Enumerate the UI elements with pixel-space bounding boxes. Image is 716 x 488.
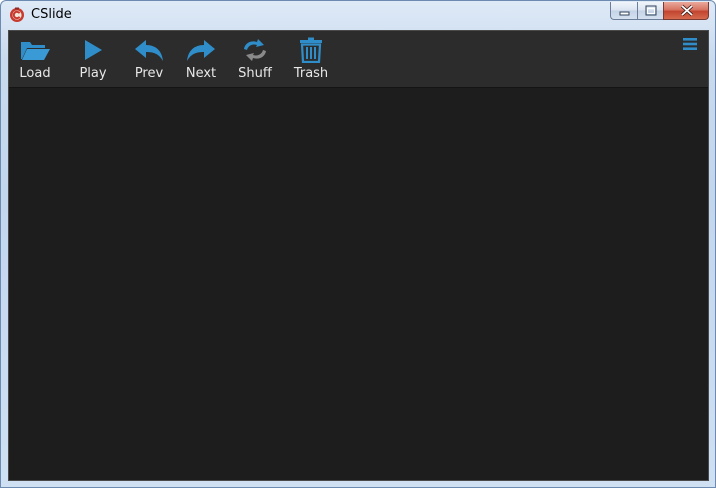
prev-button[interactable]: Prev [123,31,175,87]
window-controls [610,2,709,21]
maximize-button[interactable] [637,2,663,20]
play-label: Play [79,66,107,81]
minimize-button[interactable] [610,2,637,20]
folder-open-icon [21,42,50,60]
play-icon [85,40,102,60]
trash-button[interactable]: Trash [285,31,337,87]
forward-arrow-icon [187,40,215,61]
play-button[interactable]: Play [67,31,119,87]
load-label: Load [19,66,51,81]
cslide-logo-icon [10,7,24,22]
hamburger-menu-icon[interactable] [682,37,698,51]
next-button[interactable]: Next [175,31,227,87]
toolbar: Load Play Prev Next Shuff Trash [9,31,708,88]
shuffle-button[interactable]: Shuff [229,31,281,87]
slide-display-area[interactable] [9,88,708,480]
next-label: Next [185,66,217,81]
close-button[interactable] [663,2,709,20]
close-icon [680,4,694,17]
trash-label: Trash [293,66,329,81]
app-client-area: Load Play Prev Next Shuff Trash [8,30,709,481]
trash-icon [300,37,322,63]
maximize-icon [645,5,657,16]
load-button[interactable]: Load [9,31,61,87]
reply-arrow-icon [135,40,163,61]
prev-label: Prev [134,66,164,81]
minimize-icon [619,11,630,16]
window-title: CSlide [31,7,72,22]
title-bar[interactable]: CSlide [1,1,715,29]
shuffle-icon [244,39,266,61]
shuffle-label: Shuff [238,66,272,81]
app-window: CSlide Load Play Prev Next Shuff Trash [0,0,716,488]
